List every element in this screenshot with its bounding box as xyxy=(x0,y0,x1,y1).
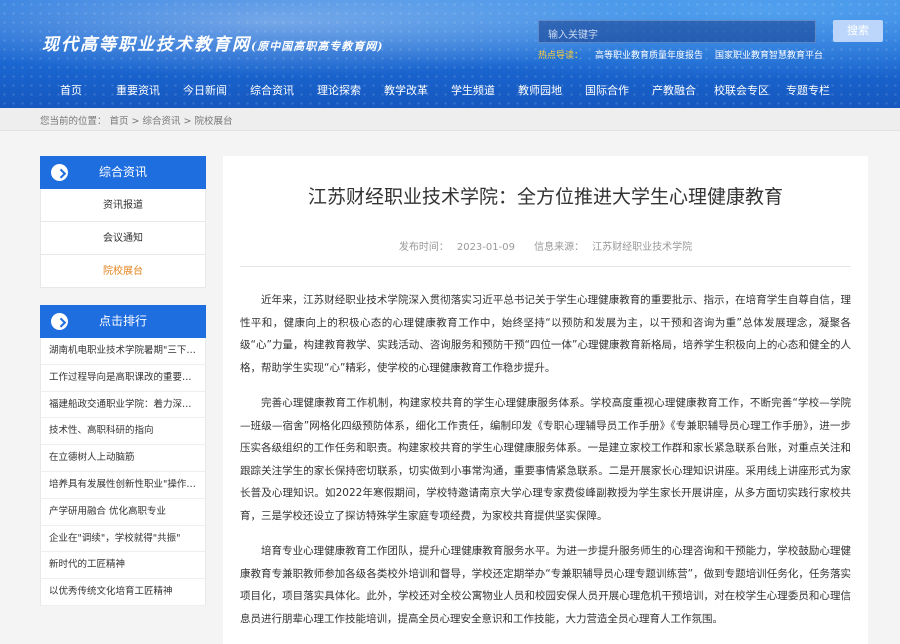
category-header: 综合资讯 xyxy=(40,156,206,189)
nav-item-important-news[interactable]: 重要资讯 xyxy=(116,82,183,98)
nav-item-students[interactable]: 学生频道 xyxy=(451,82,518,98)
article-paragraph: 完善心理健康教育工作机制，构建家校共育的学生心理健康服务体系。学校高度重视心理健… xyxy=(240,397,851,522)
nav-item-teachers[interactable]: 教师园地 xyxy=(518,82,585,98)
breadcrumb[interactable]: 您当前的位置： 首页 > 综合资讯 > 院校展台 xyxy=(40,113,233,127)
nav-item-teaching-reform[interactable]: 教学改革 xyxy=(384,82,451,98)
article-body: 近年来，江苏财经职业技术学院深入贯彻落实习近平总书记关于学生心理健康教育的重要批… xyxy=(240,289,851,643)
rank-list-item[interactable]: 产学研用融合 优化高职专业 xyxy=(40,498,206,526)
hot-link[interactable]: 国家职业教育智慧教育平台 xyxy=(715,51,823,61)
rank-panel: 点击排行 湖南机电职业技术学院暑期"三下… 工作过程导向是高职课改的重要… 福建… xyxy=(40,305,206,606)
nav-item-today-news[interactable]: 今日新闻 xyxy=(183,82,250,98)
rank-list-item[interactable]: 培养具有发展性创新性职业"操作… xyxy=(40,471,206,499)
breadcrumb-bar: 您当前的位置： 首页 > 综合资讯 > 院校展台 xyxy=(0,108,900,131)
source-label: 信息来源： xyxy=(534,242,585,253)
rank-header: 点击排行 xyxy=(40,305,206,338)
sidebar-item-meeting-notices[interactable]: 会议通知 xyxy=(40,222,206,255)
nav-item-alliance[interactable]: 校联会专区 xyxy=(714,82,786,98)
arrow-circle-icon xyxy=(51,313,68,330)
divider xyxy=(240,266,851,267)
rank-list-item[interactable]: 工作过程导向是高职课改的重要… xyxy=(40,364,206,392)
rank-list-item[interactable]: 在立德树人上动脑筋 xyxy=(40,445,206,472)
article-panel: 江苏财经职业技术学院：全方位推进大学生心理健康教育 发布时间： 2023-01-0… xyxy=(223,156,868,644)
rank-list-item[interactable]: 以优秀传统文化培育工匠精神 xyxy=(40,579,206,606)
rank-list-item[interactable]: 新时代的工匠精神 xyxy=(40,552,206,580)
nav-item-international[interactable]: 国际合作 xyxy=(585,82,652,98)
category-title: 综合资讯 xyxy=(98,165,147,179)
hot-link[interactable]: 高等职业教育质量年度报告 xyxy=(595,51,703,61)
site-logo[interactable]: 现代高等职业技术教育网(原中国高职高专教育网) xyxy=(42,30,383,55)
search-input[interactable]: 输入关键字 xyxy=(538,20,816,43)
search-button[interactable]: 搜索 xyxy=(833,20,883,42)
hot-links: 热点导读： 高等职业教育质量年度报告 国家职业教育智慧教育平台 xyxy=(538,48,835,61)
category-panel: 综合资讯 资讯报道 会议通知 院校展台 xyxy=(40,156,206,288)
arrow-circle-icon xyxy=(51,164,68,181)
article-paragraph: 近年来，江苏财经职业技术学院深入贯彻落实习近平总书记关于学生心理健康教育的重要批… xyxy=(240,294,851,374)
article-meta: 发布时间： 2023-01-09 信息来源： 江苏财经职业技术学院 xyxy=(223,238,868,253)
article-title: 江苏财经职业技术学院：全方位推进大学生心理健康教育 xyxy=(307,186,783,208)
nav-item-general-news[interactable]: 综合资讯 xyxy=(250,82,317,98)
sidebar-item-news-reports[interactable]: 资讯报道 xyxy=(40,189,206,222)
rank-list-item[interactable]: 企业在"调续"，学校就得"共振" xyxy=(40,525,206,553)
source-name: 江苏财经职业技术学院 xyxy=(592,242,693,253)
nav-item-industry[interactable]: 产教融合 xyxy=(652,82,714,98)
article-paragraph: 培育专业心理健康教育工作团队，提升心理健康教育服务水平。为进一步提升服务师生的心… xyxy=(240,545,851,625)
nav-item-home[interactable]: 首页 xyxy=(60,82,116,98)
logo-title: 现代高等职业技术教育网 xyxy=(42,35,251,55)
publish-date: 2023-01-09 xyxy=(456,242,515,253)
rank-title: 点击排行 xyxy=(98,314,147,328)
rank-list-item[interactable]: 技术性、高职科研的指向 xyxy=(40,418,206,446)
hot-label: 热点导读： xyxy=(538,51,584,61)
nav-item-special[interactable]: 专题专栏 xyxy=(786,82,846,98)
nav-item-theory[interactable]: 理论探索 xyxy=(317,82,384,98)
sidebar-item-school-showcase[interactable]: 院校展台 xyxy=(40,255,206,288)
logo-subtitle: (原中国高职高专教育网) xyxy=(251,40,384,53)
main-nav: 首页 重要资讯 今日新闻 综合资讯 理论探索 教学改革 学生频道 教师园地 国际… xyxy=(50,82,846,98)
rank-list-item[interactable]: 福建船政交通职业学院：着力深… xyxy=(40,391,206,419)
rank-list-item[interactable]: 湖南机电职业技术学院暑期"三下… xyxy=(40,338,206,365)
site-header: 现代高等职业技术教育网(原中国高职高专教育网) 输入关键字 搜索 热点导读： 高等… xyxy=(0,0,900,108)
publish-label: 发布时间： xyxy=(398,242,449,253)
